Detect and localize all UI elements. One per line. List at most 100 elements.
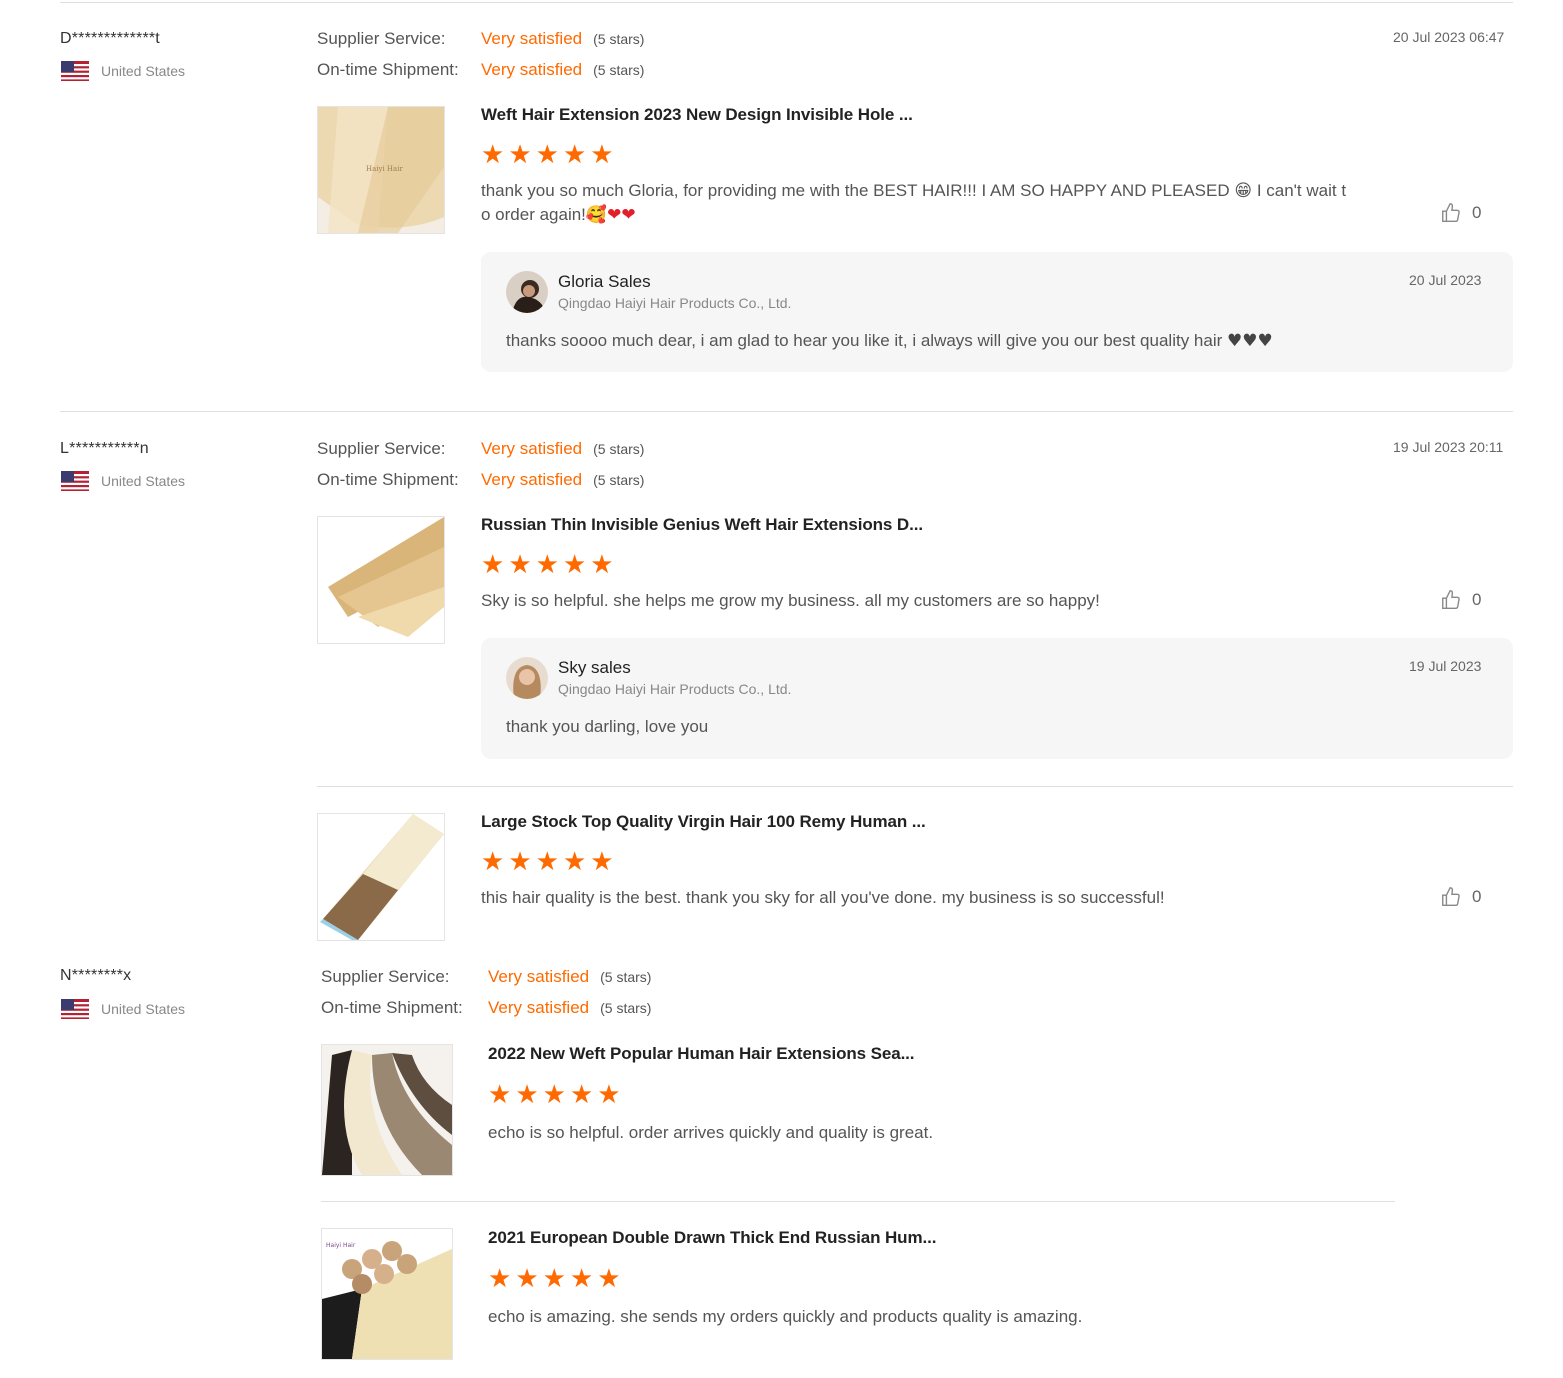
product-title[interactable]: Large Stock Top Quality Virgin Hair 100 … — [481, 812, 926, 832]
reply-date: 20 Jul 2023 — [1409, 272, 1482, 288]
rating-value: Very satisfied — [481, 60, 583, 79]
product-title[interactable]: 2022 New Weft Popular Human Hair Extensi… — [488, 1044, 915, 1064]
country-label: United States — [101, 473, 186, 489]
star-icon: ★ — [542, 1264, 566, 1294]
star-icon: ★ — [542, 1080, 566, 1110]
product-rating-stars: ★ ★ ★ ★ ★ — [488, 1080, 621, 1110]
product-title[interactable]: Weft Hair Extension 2023 New Design Invi… — [481, 105, 913, 125]
review-text: echo is so helpful. order arrives quickl… — [488, 1123, 934, 1142]
star-icon: ★ — [481, 140, 505, 170]
product-thumbnail[interactable]: Haiyi Hair — [321, 1228, 453, 1360]
reply-text: thank you darling, love you — [506, 717, 709, 736]
rating-label: On-time Shipment: — [317, 60, 459, 79]
rating-label: On-time Shipment: — [321, 998, 463, 1017]
reply-text-line: thanks soooo much dear, i am glad to hea… — [506, 331, 1223, 350]
star-icon: ★ — [535, 550, 559, 580]
svg-text:Haiyi Hair: Haiyi Hair — [326, 1242, 356, 1249]
star-icon: ★ — [562, 847, 587, 877]
rating-value: Very satisfied — [481, 439, 583, 458]
star-icon: ★ — [481, 847, 505, 877]
rating-label: Supplier Service: — [317, 29, 446, 48]
thumbs-up-icon — [1442, 203, 1460, 222]
smiling-hearts-face-icon: 🥰 — [585, 205, 608, 225]
rating-stars-count: (5 stars) — [600, 969, 652, 985]
reply-text: thanks soooo much dear, i am glad to hea… — [506, 331, 1273, 351]
item-divider — [321, 1201, 1395, 1202]
rating-value: Very satisfied — [488, 998, 590, 1017]
like-button[interactable]: 0 — [1440, 886, 1481, 908]
reply-company: Qingdao Haiyi Hair Products Co., Ltd. — [558, 295, 792, 311]
star-icon: ★ — [590, 847, 614, 877]
rating-value: Very satisfied — [481, 470, 583, 489]
product-rating-stars: ★ ★ ★ ★ ★ — [481, 140, 614, 170]
country-label: United States — [101, 63, 186, 79]
rating-stars-count: (5 stars) — [593, 62, 645, 78]
like-button[interactable]: 0 — [1440, 202, 1481, 224]
supplier-service-rating: Supplier Service: Very satisfied (5 star… — [317, 439, 644, 459]
review-text-line: I can't wait t — [1256, 181, 1347, 200]
rating-stars-count: (5 stars) — [593, 472, 645, 488]
rating-stars-count: (5 stars) — [600, 1000, 652, 1016]
review-text-line: o order again! — [481, 205, 586, 224]
product-thumbnail[interactable] — [317, 813, 445, 941]
product-title[interactable]: 2021 European Double Drawn Thick End Rus… — [488, 1228, 936, 1248]
rating-stars-count: (5 stars) — [593, 441, 645, 457]
buyer-name: N********x — [60, 967, 132, 984]
like-count: 0 — [1472, 887, 1482, 906]
product-thumbnail[interactable]: Haiyi Hair — [317, 106, 445, 234]
rating-value: Very satisfied — [481, 29, 583, 48]
like-button[interactable]: 0 — [1440, 589, 1481, 611]
star-icon: ★ — [562, 140, 587, 170]
reply-author: Sky sales — [558, 658, 631, 677]
rating-stars-count: (5 stars) — [593, 31, 645, 47]
buyer-name: L***********n — [60, 440, 149, 457]
grinning-face-icon: 😁 — [1234, 181, 1253, 201]
us-flag-icon — [61, 61, 89, 81]
review-text: this hair quality is the best. thank you… — [481, 888, 1165, 907]
product-title[interactable]: Russian Thin Invisible Genius Weft Hair … — [481, 515, 923, 535]
supplier-service-rating: Supplier Service: Very satisfied (5 star… — [317, 29, 644, 49]
shipment-rating: On-time Shipment: Very satisfied (5 star… — [321, 998, 651, 1018]
product-thumbnail[interactable] — [317, 516, 445, 644]
svg-text:Haiyi Hair: Haiyi Hair — [366, 165, 403, 173]
star-icon: ★ — [515, 1264, 539, 1294]
thumbs-up-icon — [1442, 590, 1460, 609]
review-text: thank you so much Gloria, for providing … — [481, 179, 1371, 227]
product-rating-stars: ★ ★ ★ ★ ★ — [488, 1264, 621, 1294]
divider — [60, 411, 1513, 412]
product-rating-stars: ★ ★ ★ ★ ★ — [481, 847, 614, 877]
buyer-country: United States — [61, 471, 185, 491]
star-icon: ★ — [508, 140, 532, 170]
star-icon: ★ — [488, 1080, 512, 1110]
country-label: United States — [101, 1001, 186, 1017]
review-text: Sky is so helpful. she helps me grow my … — [481, 591, 1100, 610]
star-icon: ★ — [508, 550, 532, 580]
star-icon: ★ — [597, 1080, 621, 1110]
rating-label: Supplier Service: — [317, 439, 446, 458]
star-icon: ★ — [508, 847, 532, 877]
rating-value: Very satisfied — [488, 967, 590, 986]
heart-icon: ❤ — [621, 205, 636, 225]
buyer-country: United States — [61, 999, 185, 1019]
like-count: 0 — [1472, 590, 1482, 609]
avatar — [506, 657, 548, 699]
star-icon: ★ — [569, 1264, 594, 1294]
black-heart-icon: ♥♥♥ — [1227, 331, 1273, 351]
reply-date: 19 Jul 2023 — [1409, 658, 1482, 674]
divider-top — [60, 2, 1513, 3]
product-thumbnail[interactable] — [321, 1044, 453, 1176]
buyer-name: D*************t — [60, 30, 160, 47]
reply-author: Gloria Sales — [558, 272, 651, 291]
star-icon: ★ — [481, 550, 505, 580]
star-icon: ★ — [590, 140, 614, 170]
item-divider — [317, 786, 1513, 787]
review-text: echo is amazing. she sends my orders qui… — [488, 1307, 1083, 1326]
shipment-rating: On-time Shipment: Very satisfied (5 star… — [317, 60, 644, 80]
product-rating-stars: ★ ★ ★ ★ ★ — [481, 550, 614, 580]
avatar — [506, 271, 548, 313]
rating-label: On-time Shipment: — [317, 470, 459, 489]
star-icon: ★ — [535, 847, 559, 877]
thumbs-up-icon — [1442, 887, 1460, 906]
star-icon: ★ — [562, 550, 587, 580]
rating-label: Supplier Service: — [321, 967, 450, 986]
